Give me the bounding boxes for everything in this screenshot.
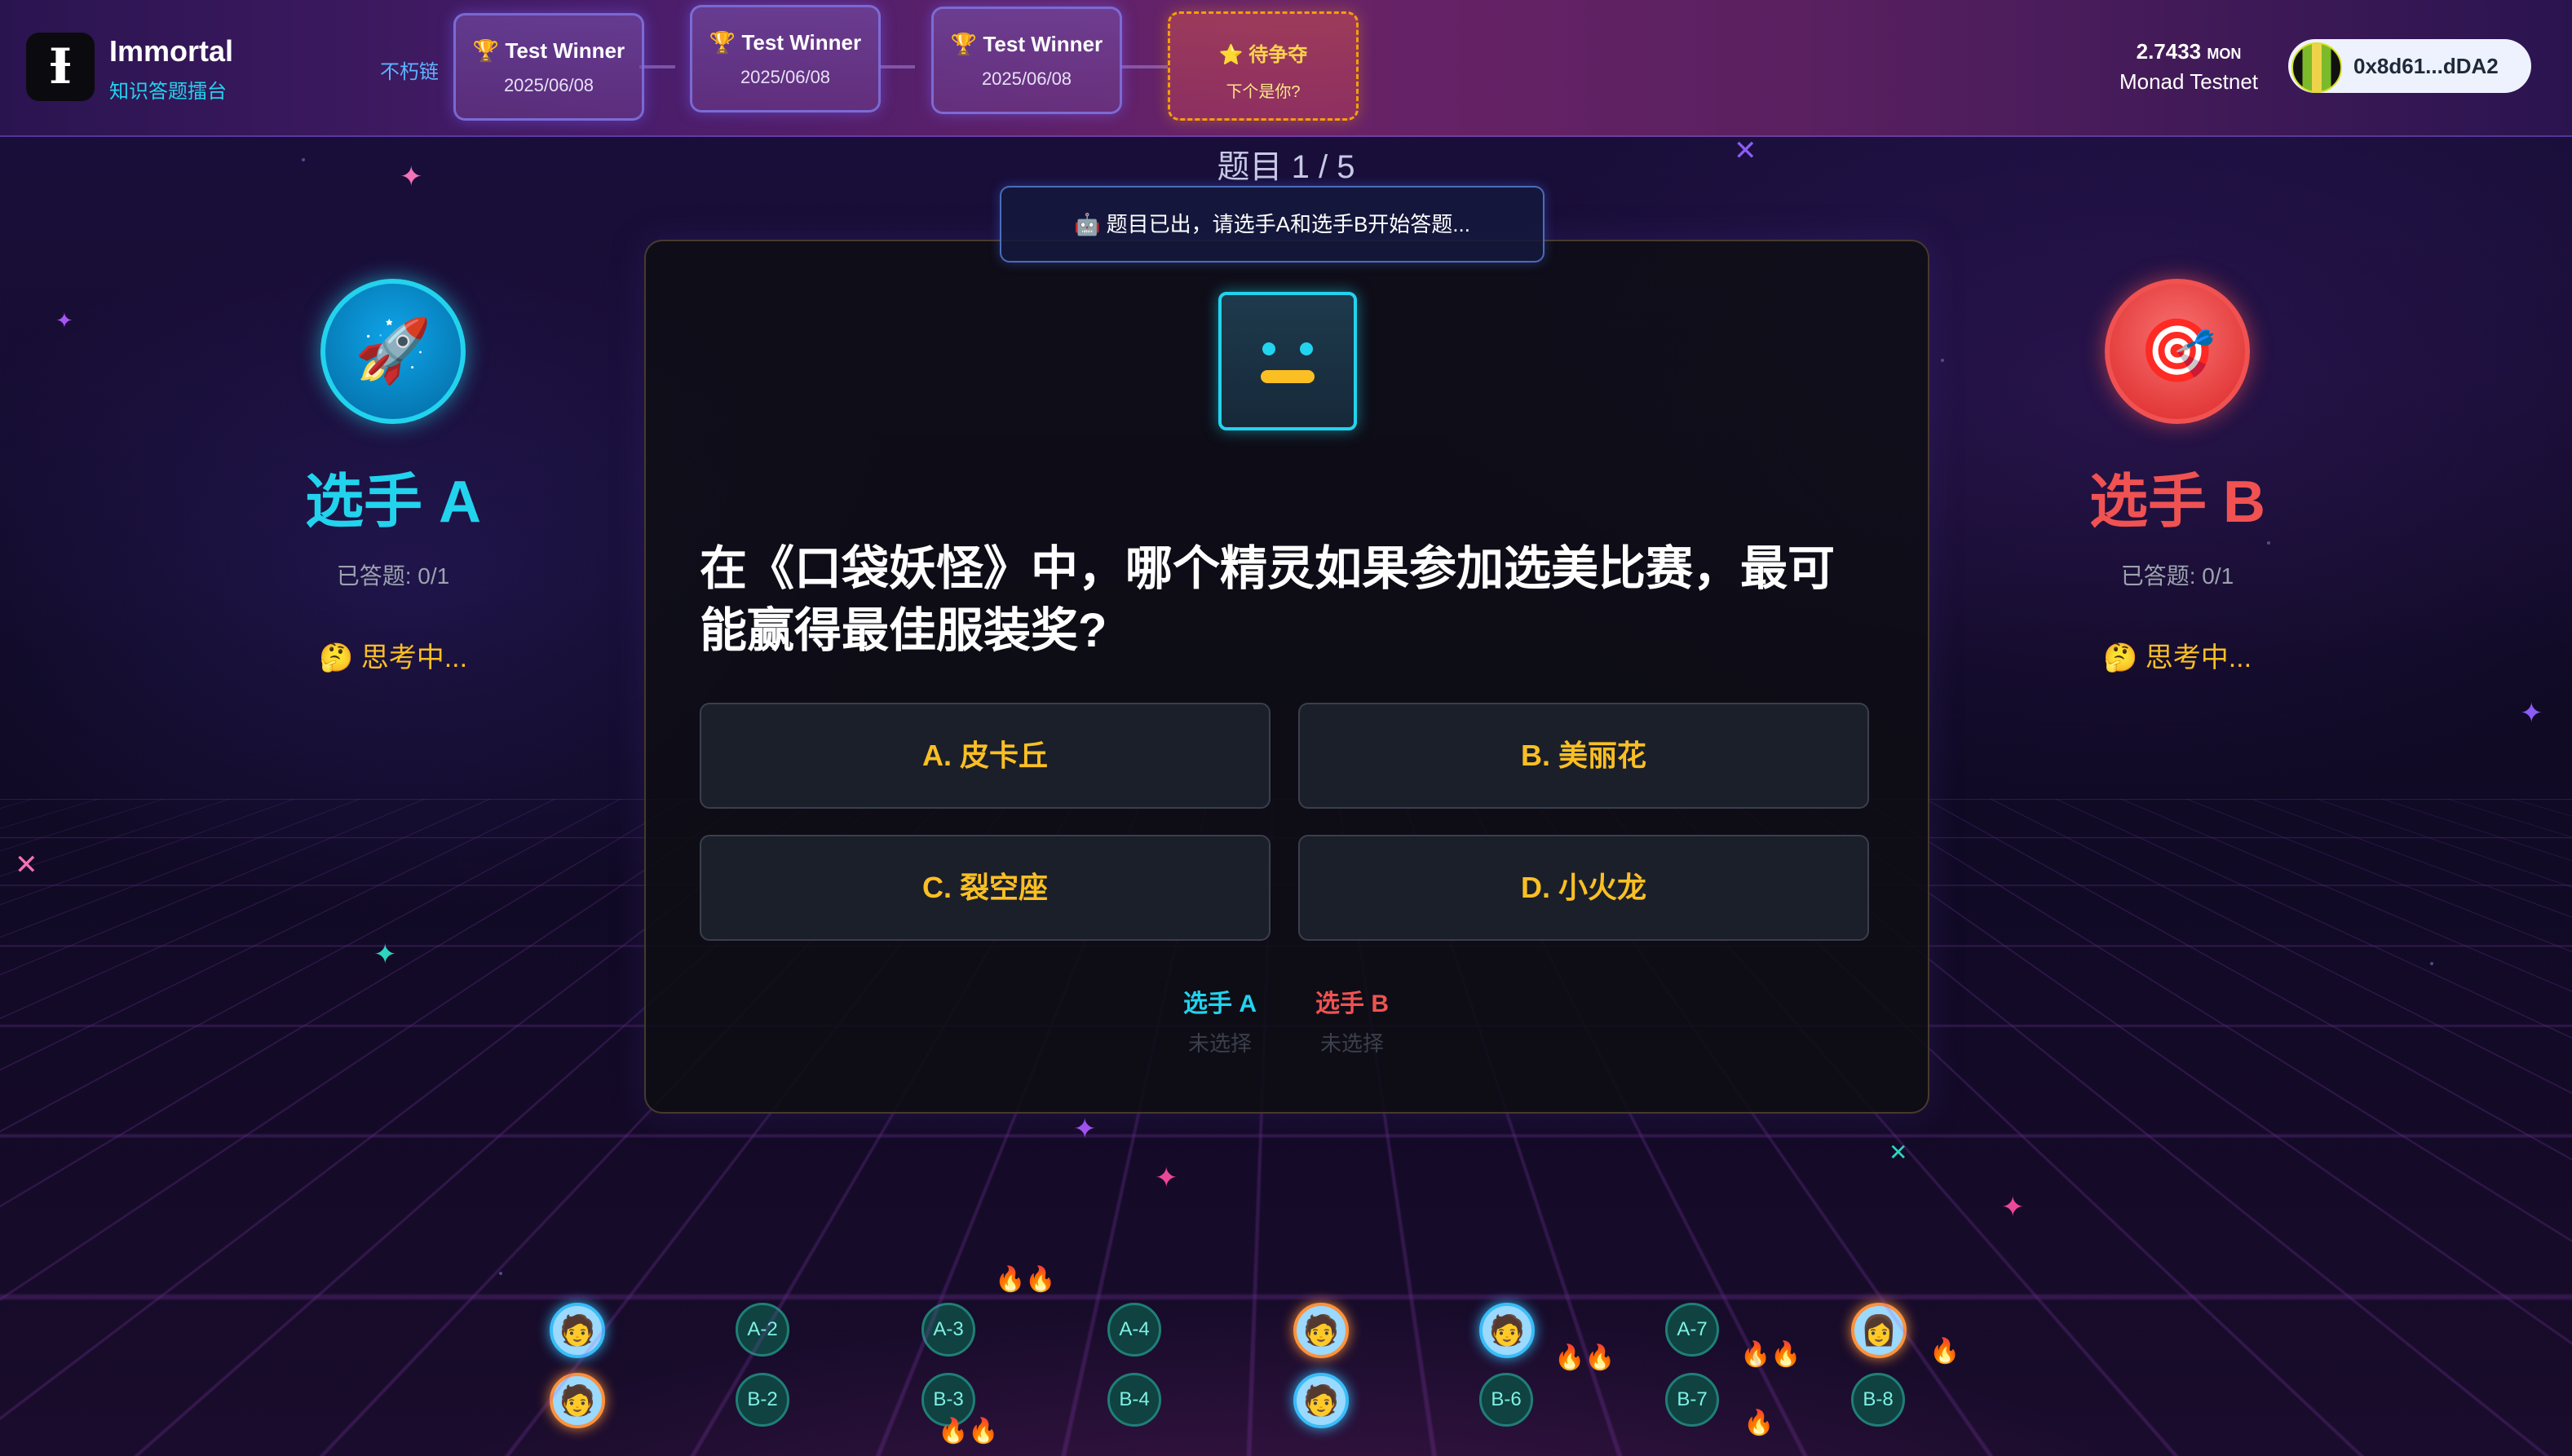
pending-title: ⭐ 待争夺 [1218, 44, 1308, 66]
player-b-choice-name: 选手 B [1315, 991, 1389, 1017]
player-b-name: 选手 B [2088, 470, 2265, 535]
balance-amount: 2.7433 [2136, 39, 2202, 64]
app-logo[interactable]: Ɨ [26, 33, 95, 101]
token-b-8[interactable]: B-8 [1851, 1373, 1905, 1427]
flame-icon: 🔥🔥 [1554, 1344, 1615, 1371]
token-b-2[interactable]: B-2 [736, 1373, 789, 1427]
option-b[interactable]: B. 美丽花 [1298, 703, 1869, 809]
balance-unit: MON [2207, 46, 2242, 62]
wallet-address: 0x8d61...dDA2 [2353, 54, 2499, 78]
question-counter: 题目 1 / 5 [1217, 149, 1355, 185]
pending-subtitle: 下个是你? [1226, 83, 1301, 101]
token-a-3[interactable]: A-3 [921, 1303, 975, 1357]
chain-label: 不朽链 [380, 61, 439, 83]
flame-icon: 🔥🔥 [938, 1418, 999, 1445]
option-a[interactable]: A. 皮卡丘 [700, 703, 1271, 809]
sparkle-icon: ✕ [15, 849, 38, 880]
player-b-status: 🤔 思考中... [2102, 642, 2252, 673]
token-b-4[interactable]: B-4 [1107, 1373, 1161, 1427]
player-b-answered: 已答题: 0/1 [2120, 563, 2234, 589]
player-a-choice-name: 选手 A [1183, 991, 1257, 1017]
winner-date: 2025/06/08 [503, 75, 594, 95]
brand-title: Immortal [109, 34, 234, 68]
winner-title: 🏆 Test Winner [472, 38, 625, 63]
sparkle-icon: ✦ [373, 939, 397, 970]
winner-card[interactable]: 🏆 Test Winner 2025/06/08 [453, 13, 644, 121]
token-avatar[interactable]: 🧑 [550, 1303, 605, 1358]
winner-card[interactable]: 🏆 Test Winner 2025/06/08 [690, 5, 881, 113]
brand-subtitle: 知识答题擂台 [109, 81, 227, 103]
robot-host-icon [1218, 292, 1357, 430]
network-name: Monad Testnet [2119, 69, 2259, 94]
target-icon: 🎯 [2105, 279, 2250, 424]
token-b-6[interactable]: B-6 [1479, 1373, 1533, 1427]
player-b-choice: 选手 B 未选择 [1287, 983, 1417, 1057]
sparkle-icon: ✕ [1734, 135, 1757, 166]
token-avatar[interactable]: 👩 [1851, 1303, 1907, 1358]
winner-connector [879, 65, 915, 68]
player-b-choice-state: 未选择 [1319, 1031, 1384, 1056]
sparkle-icon: ✦ [1073, 1114, 1097, 1145]
sparkle-icon: ✦ [1155, 1163, 1178, 1193]
question-text: 在《口袋妖怪》中，哪个精灵如果参加选美比赛，最可能赢得最佳服装奖? [700, 542, 1836, 657]
token-a-7[interactable]: A-7 [1665, 1303, 1719, 1357]
winner-card[interactable]: 🏆 Test Winner 2025/06/08 [931, 7, 1122, 114]
token-b-7[interactable]: B-7 [1665, 1373, 1719, 1427]
pending-winner-card[interactable]: ⭐ 待争夺 下个是你? [1168, 11, 1359, 121]
top-header: Ɨ Immortal 知识答题擂台 不朽链 🏆 Test Winner 2025… [0, 0, 2572, 137]
token-a-2[interactable]: A-2 [736, 1303, 789, 1357]
sparkle-icon: ✦ [2520, 698, 2543, 729]
sparkle-icon: ✦ [2001, 1192, 2025, 1223]
option-c[interactable]: C. 裂空座 [700, 835, 1271, 941]
flame-icon: 🔥🔥 [1740, 1341, 1801, 1368]
rocket-icon: 🚀 [320, 279, 466, 424]
status-notice: 🤖 题目已出，请选手A和选手B开始答题... [1000, 186, 1545, 263]
sparkle-icon: ✕ [1889, 1140, 1908, 1165]
wallet-button[interactable]: 0x8d61...dDA2 [2288, 39, 2531, 93]
token-avatar[interactable]: 🧑 [1293, 1373, 1349, 1428]
token-avatar[interactable]: 🧑 [1479, 1303, 1535, 1358]
player-a-status: 🤔 思考中... [318, 642, 468, 673]
token-a-4[interactable]: A-4 [1107, 1303, 1161, 1357]
player-a-panel: 🚀 选手 A 已答题: 0/1 🤔 思考中... [222, 279, 564, 675]
player-a-name: 选手 A [304, 470, 481, 535]
player-b-panel: 🎯 选手 B 已答题: 0/1 🤔 思考中... [2006, 279, 2349, 675]
token-avatar[interactable]: 🧑 [1293, 1303, 1349, 1358]
wallet-avatar [2291, 42, 2342, 93]
winner-date: 2025/06/08 [981, 68, 1072, 89]
wallet-balance: 2.7433 MON Monad Testnet [2115, 39, 2262, 95]
winner-connector [639, 65, 675, 68]
winner-connector [1120, 65, 1168, 68]
player-a-choice: 选手 A 未选择 [1155, 983, 1285, 1057]
flame-icon: 🔥 [1743, 1410, 1774, 1436]
flame-icon: 🔥🔥 [995, 1266, 1056, 1293]
sparkle-icon: ✦ [400, 161, 423, 192]
winner-date: 2025/06/08 [740, 67, 831, 87]
player-a-choice-state: 未选择 [1187, 1031, 1252, 1056]
option-d[interactable]: D. 小火龙 [1298, 835, 1869, 941]
winner-title: 🏆 Test Winner [709, 30, 862, 55]
winner-title: 🏆 Test Winner [950, 32, 1103, 56]
player-a-answered: 已答题: 0/1 [336, 563, 450, 589]
sparkle-icon: ✦ [55, 308, 73, 333]
token-avatar[interactable]: 🧑 [550, 1373, 605, 1428]
flame-icon: 🔥 [1929, 1338, 1960, 1365]
